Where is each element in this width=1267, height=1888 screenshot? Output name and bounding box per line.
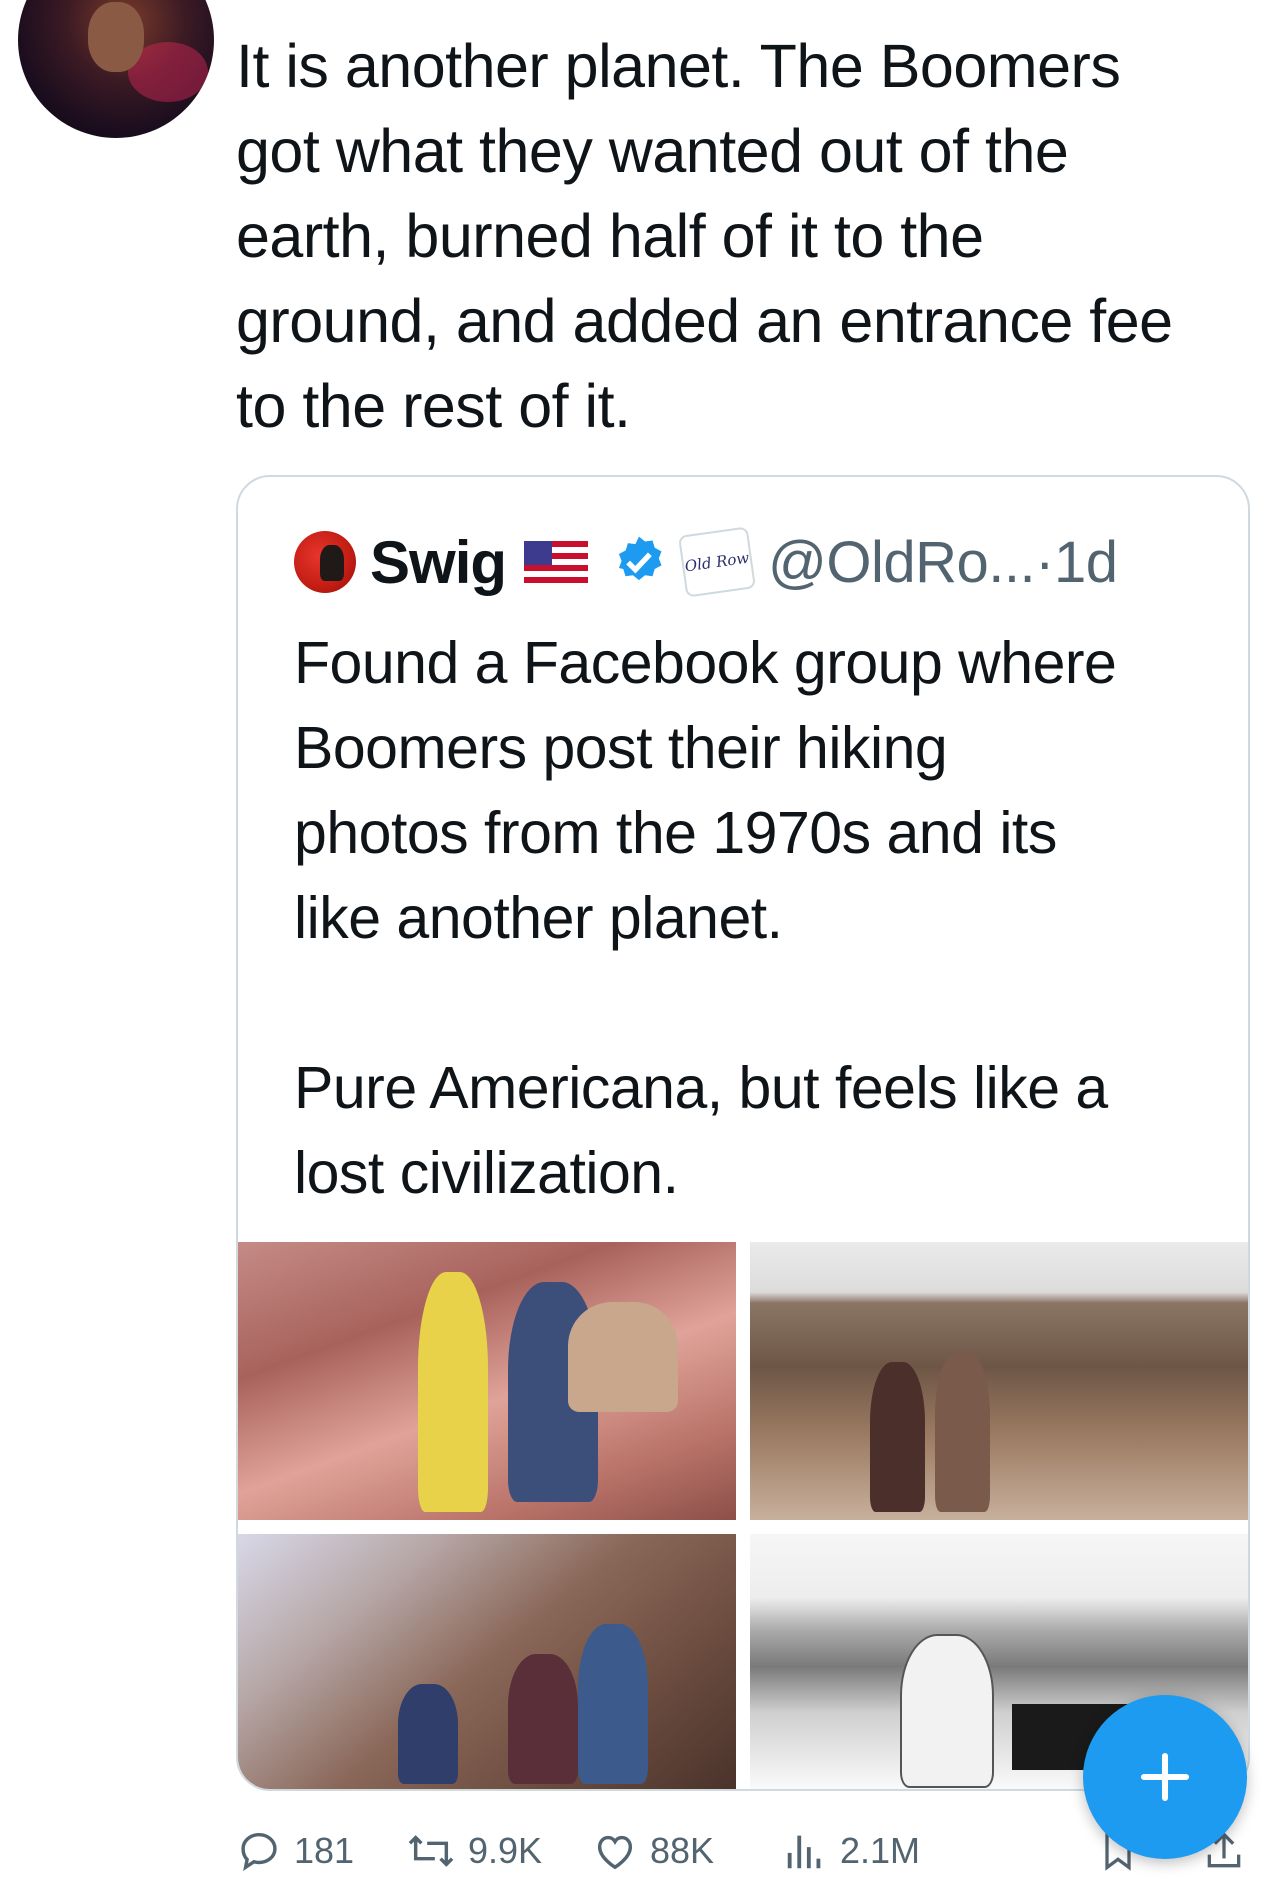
avatar-face bbox=[88, 2, 144, 72]
like-icon bbox=[597, 1835, 633, 1870]
like-button[interactable]: 88K bbox=[592, 1826, 714, 1876]
tweet-actions: 181 9.9K 88K 2.1M bbox=[236, 1826, 1246, 1876]
hiking-photo-3[interactable] bbox=[238, 1534, 736, 1789]
photo-grid bbox=[238, 1242, 1248, 1789]
quoted-tweet-card[interactable]: Swig Old Row @OldRo...·1d Found a Facebo… bbox=[236, 475, 1250, 1791]
compose-button[interactable] bbox=[1083, 1695, 1247, 1859]
hiking-photo-2[interactable] bbox=[750, 1242, 1248, 1520]
reply-count: 181 bbox=[294, 1830, 355, 1871]
tweet-text: It is another planet. The Boomers got wh… bbox=[236, 32, 1173, 440]
repost-icon bbox=[408, 1835, 454, 1867]
quoted-author-avatar[interactable] bbox=[294, 531, 356, 593]
quoted-handle-time: @OldRo...·1d bbox=[768, 529, 1118, 595]
quoted-tweet-text: Found a Facebook group where Boomers pos… bbox=[294, 630, 1117, 1206]
us-flag-icon bbox=[524, 541, 589, 583]
quoted-tweet-header: Swig Old Row @OldRo...·1d bbox=[294, 526, 1118, 598]
affiliate-badge[interactable]: Old Row bbox=[678, 526, 756, 598]
hiking-photo-1[interactable] bbox=[238, 1242, 736, 1520]
repost-button[interactable]: 9.9K bbox=[406, 1826, 542, 1876]
views-count: 2.1M bbox=[840, 1830, 921, 1871]
verified-badge-icon bbox=[618, 536, 662, 581]
affiliate-label: Old Row bbox=[683, 548, 751, 576]
reply-button[interactable]: 181 bbox=[236, 1826, 354, 1876]
views-button[interactable]: 2.1M bbox=[782, 1826, 920, 1876]
quoted-author-name[interactable]: Swig bbox=[370, 528, 507, 597]
views-icon bbox=[787, 1835, 821, 1869]
repost-count: 9.9K bbox=[468, 1830, 543, 1871]
author-avatar[interactable] bbox=[18, 0, 214, 138]
reply-icon bbox=[241, 1832, 277, 1871]
like-count: 88K bbox=[650, 1830, 715, 1871]
plus-icon bbox=[1140, 1752, 1190, 1802]
